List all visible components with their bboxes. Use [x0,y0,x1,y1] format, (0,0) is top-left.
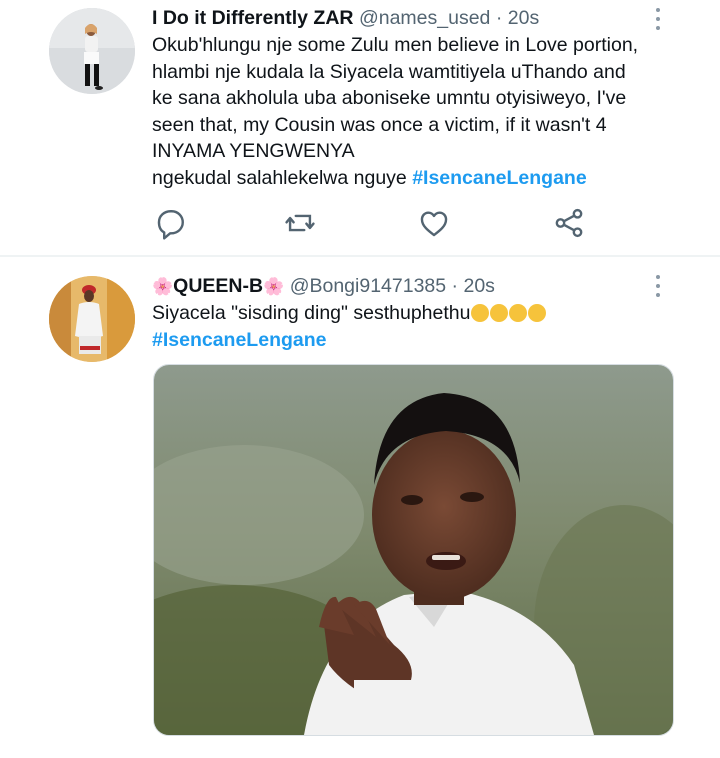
flower-emoji: 🌸 [152,277,174,296]
share-icon[interactable] [552,206,586,240]
retweet-icon[interactable] [283,206,317,240]
tweet-text: Siyacela "sisding ding" sesthuphethu #Is… [152,300,697,353]
tweet-actions [152,206,592,240]
tweet-text-main: Siyacela "sisding ding" sesthuphethu [152,302,471,324]
hashtag-link[interactable]: #IsencaneLengane [412,167,587,189]
display-name[interactable]: I Do it Differently ZAR [152,7,354,29]
grinning-sweat-emoji [509,304,528,322]
tweet-text-line: ke sana akholula uba aboniseke umntu oty… [152,87,627,109]
tweet-text-line: seen that, my Cousin was once a victim, … [152,113,607,136]
tweet-2[interactable]: 🌸QUEEN-B🌸 @Bongi91471385 · 20s Siyacela … [0,258,720,758]
tweet-text-line: Siyacela "sisding ding" sesthuphethu [152,300,697,327]
hashtag-link[interactable]: #IsencaneLengane [152,329,327,351]
grinning-sweat-emoji [490,304,509,322]
tweet-text: Okub'hlungu nje some Zulu men believe in… [152,32,697,191]
tweet-text-line: Okub'hlungu nje some Zulu men believe in… [152,34,639,56]
avatar[interactable] [49,8,135,94]
timestamp[interactable]: 20s [508,7,539,29]
tweet-header: 🌸QUEEN-B🌸 @Bongi91471385 · 20s [152,273,495,300]
grinning-sweat-emoji [528,304,547,322]
tweet-divider [0,255,720,257]
display-name[interactable]: QUEEN-B [173,275,263,297]
separator: · [490,7,508,29]
tweet-media-image[interactable] [153,364,674,736]
tweet-text-line: hlambi nje kudala la Siyacela wamtitiyel… [152,60,626,83]
tweet-text-line: #IsencaneLengane [152,327,697,354]
tweet-text-line: INYAMA YENGWENYA [152,140,355,162]
grinning-sweat-emoji [471,304,490,322]
tweet-text-last: ngekudal salahlekelwa nguye [152,166,413,189]
handle[interactable]: @Bongi91471385 [290,275,446,297]
separator: · [446,275,464,297]
flower-emoji: 🌸 [263,277,285,296]
reply-icon[interactable] [154,206,188,240]
timestamp[interactable]: 20s [463,275,494,297]
like-icon[interactable] [417,206,451,240]
tweet-text-line: ngekudal salahlekelwa nguye #IsencaneLen… [152,165,697,192]
tweet-1[interactable]: I Do it Differently ZAR @names_used · 20… [0,0,720,256]
more-options-icon[interactable] [648,273,668,299]
handle[interactable]: @names_used [359,7,490,29]
tweet-header: I Do it Differently ZAR @names_used · 20… [152,5,539,31]
avatar[interactable] [49,276,135,362]
more-options-icon[interactable] [648,6,668,32]
